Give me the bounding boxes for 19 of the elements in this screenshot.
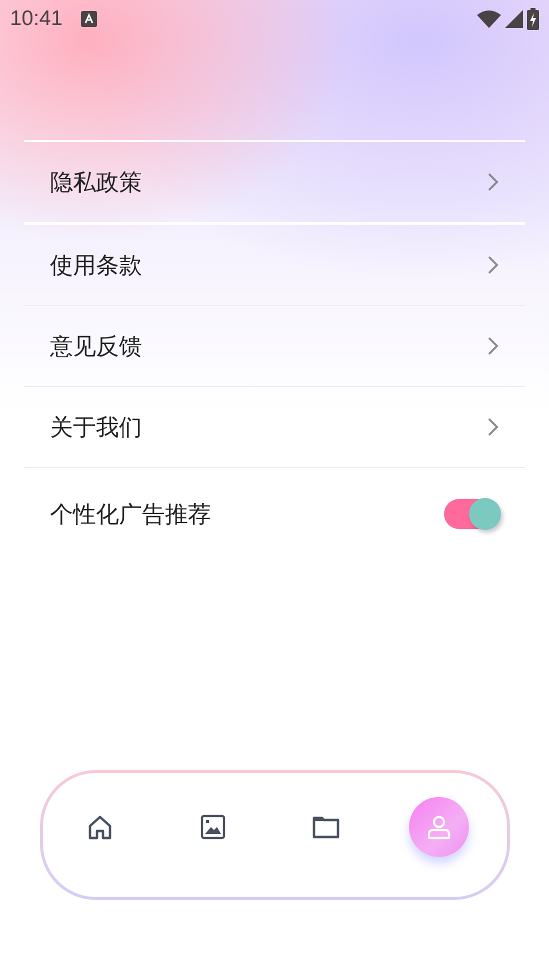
menu-label[interactable]: 关于我们 bbox=[50, 412, 487, 442]
home-icon bbox=[86, 814, 112, 840]
wifi-icon bbox=[477, 10, 501, 28]
chevron-right-icon[interactable] bbox=[487, 336, 499, 356]
image-icon bbox=[200, 814, 226, 840]
toggle-switch[interactable] bbox=[444, 499, 500, 529]
status-time: 10:41 bbox=[10, 7, 63, 31]
menu-label[interactable]: 隐私政策 bbox=[50, 166, 487, 198]
battery-icon bbox=[527, 8, 539, 30]
chevron-right-icon[interactable] bbox=[487, 172, 499, 192]
notification-icon bbox=[80, 11, 97, 27]
menu-label[interactable]: 使用条款 bbox=[50, 250, 487, 280]
person-icon bbox=[426, 814, 452, 840]
chevron-right-icon[interactable] bbox=[487, 417, 499, 437]
menu-label[interactable]: 意见反馈 bbox=[50, 330, 487, 362]
setting-label: 个性化广告推荐 bbox=[50, 500, 212, 530]
folder-icon bbox=[312, 815, 340, 839]
chevron-right-icon[interactable] bbox=[487, 255, 499, 275]
signal-icon bbox=[505, 10, 523, 28]
